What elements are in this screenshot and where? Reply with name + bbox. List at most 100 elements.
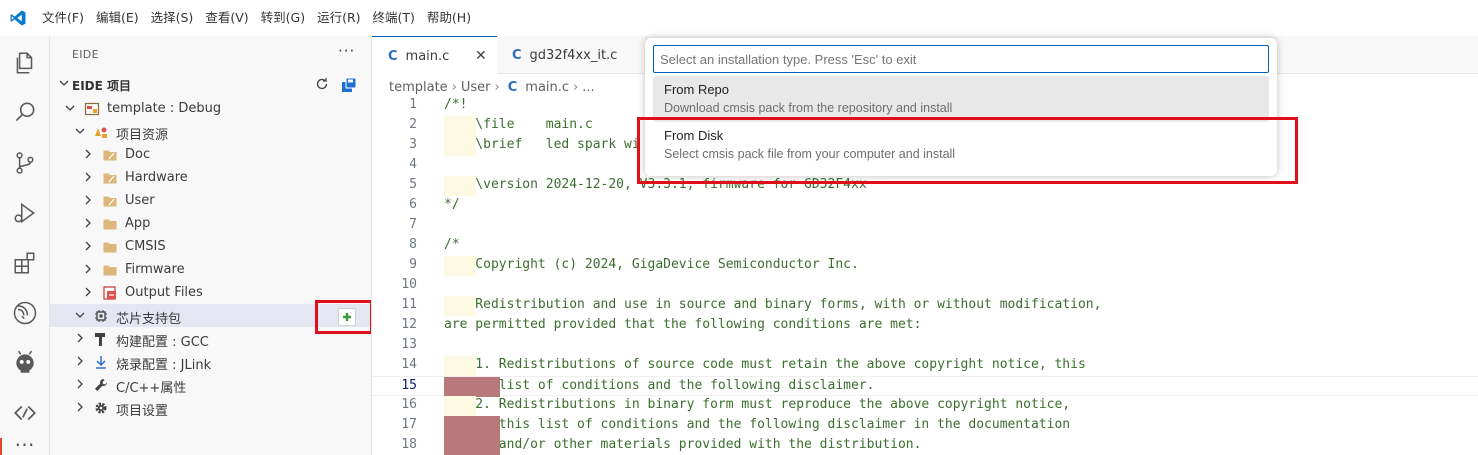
code-line[interactable]: 6 */ [372,196,1478,216]
quick-pick: From Repo Download cmsis pack from the r… [645,38,1277,176]
tree-item-flash-config[interactable]: 烧录配置 : JLink [50,350,371,373]
tree-item-label: User [125,193,155,208]
chevron-right-icon [77,356,83,366]
breadcrumb-item[interactable]: ... [582,80,594,95]
quick-pick-item-description: Download cmsis pack from the repository … [664,101,953,115]
code-line[interactable]: 10 [372,276,1478,296]
save-all-icon[interactable] [340,76,358,94]
code-line[interactable]: 7 [372,216,1478,236]
source-control-icon[interactable] [0,138,50,188]
menu-help[interactable]: 帮助(H) [421,0,477,36]
menu-go[interactable]: 转到(G) [255,0,311,36]
resources-icon [93,124,109,140]
breadcrumb-item[interactable]: main.c [525,80,569,95]
chevron-right-icon [85,195,91,205]
more-icon[interactable]: … [0,429,50,455]
menu-terminal[interactable]: 终端(T) [367,0,421,36]
code-line[interactable]: 17 this list of conditions and the follo… [372,416,1478,436]
tree-item-user[interactable]: User [50,189,371,212]
refresh-icon[interactable] [314,76,330,92]
quick-pick-item-from-repo[interactable]: From Repo Download cmsis pack from the r… [653,76,1269,122]
code-line[interactable]: 9 Copyright (c) 2024, GigaDevice Semicon… [372,256,1478,276]
code-line[interactable]: 16 2. Redistributions in binary form mus… [372,396,1478,416]
line-number: 9 [409,257,417,272]
line-number: 6 [409,197,417,212]
section-title: EIDE 项目 [72,79,131,93]
code-line[interactable]: 12 are permitted provided that the follow… [372,316,1478,336]
chevron-right-icon [85,241,91,251]
tree-item-cmsis[interactable]: CMSIS [50,235,371,258]
folder-icon [102,239,118,255]
explorer-icon[interactable] [0,38,50,88]
tree-item-label: 芯片支持包 [116,312,182,327]
quick-pick-input[interactable] [653,45,1269,73]
download-icon [93,354,109,370]
code-text: */ [444,197,460,212]
tree-item-label: CMSIS [125,239,166,254]
add-pack-highlight [315,300,371,334]
line-number: 14 [401,357,417,372]
eide-project-section[interactable]: EIDE 项目 [50,74,371,96]
tab-gd32f4xx-it-c[interactable]: C gd32f4xx_it.c [497,36,647,74]
tree-item-label: Doc [125,147,151,162]
tree-item-template[interactable]: template : Debug [50,97,371,120]
line-number: 18 [401,437,417,452]
code-line[interactable]: 5 \version 2024-12-20, V3.3.1, firmware … [372,176,1478,196]
code-line[interactable]: 14 1. Redistributions of source code mus… [372,356,1478,376]
tab-main-c[interactable]: C main.c ✕ [372,36,497,75]
code-line[interactable]: 8 /* [372,236,1478,256]
extensions-icon[interactable] [0,238,50,288]
output-folder-icon [102,285,118,301]
virtual-folder-icon [102,193,118,209]
menu-bar: 文件(F) 编辑(E) 选择(S) 查看(V) 转到(G) 运行(R) 终端(T… [36,0,477,36]
platformio-icon[interactable] [0,338,50,388]
search-icon[interactable] [0,88,50,138]
code-line[interactable]: 15 list of conditions and the following … [372,376,1478,397]
tree-item-app[interactable]: App [50,212,371,235]
quick-pick-item-description: Select cmsis pack file from your compute… [664,147,956,161]
menu-run[interactable]: 运行(R) [311,0,366,36]
menu-edit[interactable]: 编辑(E) [90,0,145,36]
code-text: 1. Redistributions of source code must r… [444,357,1086,372]
project-icon [84,101,100,117]
menu-view[interactable]: 查看(V) [199,0,254,36]
code-line[interactable]: 18 and/or other materials provided with … [372,436,1478,455]
tree-item-label: template : Debug [107,101,222,116]
breadcrumb-item[interactable]: User [461,80,491,95]
line-number: 12 [401,317,417,332]
tab-label: gd32f4xx_it.c [529,47,618,63]
run-debug-icon[interactable] [0,188,50,238]
code-line[interactable]: 11 Redistribution and use in source and … [372,296,1478,316]
hammer-icon [93,331,109,347]
code-line[interactable]: 13 [372,336,1478,356]
tree-item-resources[interactable]: 项目资源 [50,120,371,143]
menu-file[interactable]: 文件(F) [36,0,90,36]
code-text: /*! [444,97,468,112]
tree-item-label: 构建配置 : GCC [116,335,209,350]
virtual-folder-icon [102,147,118,163]
tree-item-label: 项目设置 [116,404,169,419]
active-indicator [0,438,2,455]
tab-label: main.c [405,48,450,64]
breadcrumb-item[interactable]: template [389,80,448,95]
tree-item-hardware[interactable]: Hardware [50,166,371,189]
c-file-icon: C [512,47,522,63]
line-number: 11 [401,297,417,312]
chip-icon [93,308,109,324]
add-pack-button[interactable] [338,308,356,326]
tree-item-firmware[interactable]: Firmware [50,258,371,281]
close-icon[interactable]: ✕ [475,48,487,64]
sidebar-more-icon[interactable]: ··· [338,42,355,60]
gear-icon [93,400,109,416]
code-text: are permitted provided that the followin… [444,317,922,332]
eide-icon[interactable] [0,288,50,338]
breadcrumb: template › User › C main.c › ... [389,77,595,97]
vscode-logo-icon [0,0,36,36]
line-number: 4 [409,157,417,172]
menu-selection[interactable]: 选择(S) [145,0,200,36]
chevron-right-icon [85,149,91,159]
tree-item-doc[interactable]: Doc [50,143,371,166]
tree-item-cpp-properties[interactable]: C/C++属性 [50,373,371,396]
quick-pick-item-from-disk[interactable]: From Disk Select cmsis pack file from yo… [653,122,1269,168]
tree-item-project-settings[interactable]: 项目设置 [50,396,371,419]
